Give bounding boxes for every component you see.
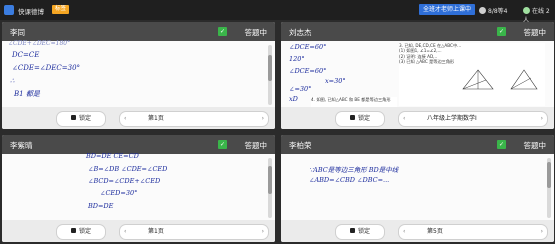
scrollbar[interactable] — [547, 158, 551, 218]
panel-header: 李同 ✓ 答题中 — [2, 22, 275, 41]
handwriting-line: DC=CE — [12, 51, 40, 59]
triangle-figure — [462, 69, 494, 90]
lock-icon — [349, 228, 355, 233]
handwriting-line: ∴ — [10, 77, 15, 85]
panel-header: 李柏荣 ✓ 答题中 — [281, 135, 554, 154]
student-panel[interactable]: 李紫晴 ✓ 答题中 BD=DE CE=CD ∠B=∠DB ∠CDE=∠CED ∠… — [2, 135, 275, 242]
page-label: 第5页 — [427, 228, 443, 235]
panel-toolbar: 锁定 ‹ 八年级上学期数学I › — [281, 107, 554, 129]
handwriting-line: ∠CDE=∠DEC=30° — [12, 64, 81, 72]
scrollbar[interactable] — [268, 158, 272, 218]
lock-button[interactable]: 锁定 — [56, 224, 106, 240]
handwriting-line: ∵ABC是等边三角形 BD是中线 — [309, 166, 399, 174]
top-bar: 快课德博 标签 全班才老师上课中 8/8等4 在线 2人 — [0, 0, 555, 24]
prev-page-icon[interactable]: ‹ — [403, 112, 405, 126]
student-panel[interactable]: 李柏荣 ✓ 答题中 ∵ABC是等边三角形 BD是中线 ∠ABD=∠CBD ∠DB… — [281, 135, 554, 242]
question-line: (3) 已知 △ABC 是等边三角形 — [399, 59, 455, 65]
answer-canvas[interactable]: 3. 已知, DE,CD,CE 在△ABC中... (1) 如图1, ∠1=∠2… — [281, 41, 554, 107]
check-icon: ✓ — [218, 140, 227, 149]
handwriting-line: ∠CED=30° — [100, 189, 138, 197]
question-document: 3. 已知, DE,CD,CE 在△ABC中... (1) 如图1, ∠1=∠2… — [399, 43, 545, 106]
handwriting-line: BD=DE CE=CD — [86, 152, 139, 160]
student-name: 李柏荣 — [289, 141, 312, 150]
page-label: 第1页 — [148, 115, 164, 122]
lock-icon — [349, 115, 355, 120]
lock-label: 锁定 — [78, 115, 91, 122]
lock-icon — [70, 115, 76, 120]
page-label: 第1页 — [148, 228, 164, 235]
handwriting-line: ∠CDE+∠DEC=180° — [8, 40, 71, 47]
handwriting-line: ∠B=∠DB ∠CDE=∠CED — [88, 165, 168, 173]
triangle-figure — [510, 69, 538, 90]
answer-status: 答题中 — [244, 28, 268, 37]
online-icon — [523, 7, 530, 14]
prev-page-icon[interactable]: ‹ — [124, 112, 126, 126]
panel-toolbar: 锁定 ‹ 第1页 › — [2, 107, 275, 129]
student-name: 刘志杰 — [289, 28, 312, 37]
check-icon: ✓ — [497, 140, 506, 149]
lock-button[interactable]: 锁定 — [56, 111, 106, 127]
handwriting-line: ∠DCE=60° — [289, 67, 327, 75]
lock-label: 锁定 — [357, 115, 370, 122]
question-document — [283, 103, 284, 104]
page-selector[interactable]: ‹ 第5页 › — [398, 224, 548, 240]
student-panel[interactable]: 刘志杰 ✓ 答题中 3. 已知, DE,CD,CE 在△ABC中... (1) … — [281, 22, 554, 129]
lock-label: 锁定 — [357, 228, 370, 235]
panel-toolbar: 锁定 ‹ 第5页 › — [281, 220, 554, 242]
next-page-icon[interactable]: › — [541, 225, 543, 239]
class-start-button[interactable]: 全班才老师上课中 — [419, 4, 476, 15]
people-count[interactable]: 8/8等4 — [479, 6, 507, 15]
handwriting-line: BD=DE — [88, 202, 114, 210]
app-name: 快课德博 — [18, 8, 44, 16]
app-logo-icon — [4, 5, 14, 15]
check-icon: ✓ — [218, 27, 227, 36]
student-name: 李同 — [10, 28, 25, 37]
handwriting-line: ∠BCD=∠CDE+∠CED — [88, 177, 161, 185]
next-page-icon[interactable]: › — [541, 112, 543, 126]
answer-status: 答题中 — [523, 141, 547, 150]
handwriting-line: B1 都是 — [14, 90, 40, 98]
lock-label: 锁定 — [78, 228, 91, 235]
student-panel[interactable]: 李同 ✓ 答题中 ∠CDE+∠DEC=180° DC=CE ∠CDE=∠DEC=… — [2, 22, 275, 129]
page-selector[interactable]: ‹ 第1页 › — [119, 224, 269, 240]
app-tag-badge: 标签 — [52, 5, 70, 14]
scrollbar[interactable] — [268, 45, 272, 105]
answer-status: 答题中 — [244, 141, 268, 150]
scrollbar-thumb[interactable] — [547, 162, 551, 188]
next-page-icon[interactable]: › — [262, 225, 264, 239]
lock-button[interactable]: 锁定 — [335, 224, 385, 240]
next-page-icon[interactable]: › — [262, 112, 264, 126]
handwriting-line: x=30° — [325, 77, 346, 85]
lock-icon — [70, 228, 76, 233]
page-selector[interactable]: ‹ 第1页 › — [119, 111, 269, 127]
answer-status: 答题中 — [523, 28, 547, 37]
scrollbar-thumb[interactable] — [268, 55, 272, 81]
lock-button[interactable]: 锁定 — [335, 111, 385, 127]
handwriting-line: xD — [289, 95, 298, 103]
handwriting-line: 120° — [289, 55, 305, 63]
answer-canvas[interactable]: BD=DE CE=CD ∠B=∠DB ∠CDE=∠CED ∠BCD=∠CDE+∠… — [2, 152, 275, 220]
question-line: 4. 如图, 已知△ABC 和 BE 都是等边三角形 — [311, 97, 391, 102]
page-label: 八年级上学期数学I — [427, 115, 477, 122]
panel-header: 刘志杰 ✓ 答题中 — [281, 22, 554, 41]
handwriting-line: ∠DCE=60° — [289, 43, 327, 51]
people-count-text: 8/8等4 — [488, 8, 508, 15]
answer-canvas[interactable]: ∠CDE+∠DEC=180° DC=CE ∠CDE=∠DEC=30° ∴ B1 … — [2, 40, 275, 107]
check-icon: ✓ — [497, 27, 506, 36]
student-name: 李紫晴 — [10, 141, 33, 150]
page-selector[interactable]: ‹ 八年级上学期数学I › — [398, 111, 548, 127]
answer-canvas[interactable]: ∵ABC是等边三角形 BD是中线 ∠ABD=∠CBD ∠DBC=... — [281, 154, 554, 220]
people-icon — [479, 7, 486, 14]
prev-page-icon[interactable]: ‹ — [403, 225, 405, 239]
question-document: 4. 如图, 已知△ABC 和 BE 都是等边三角形 — [311, 97, 397, 107]
panel-toolbar: 锁定 ‹ 第1页 › — [2, 220, 275, 242]
handwriting-line: ∠=30° — [289, 85, 312, 93]
scrollbar-thumb[interactable] — [268, 166, 272, 194]
prev-page-icon[interactable]: ‹ — [124, 225, 126, 239]
handwriting-line: ∠ABD=∠CBD ∠DBC=... — [309, 176, 390, 184]
